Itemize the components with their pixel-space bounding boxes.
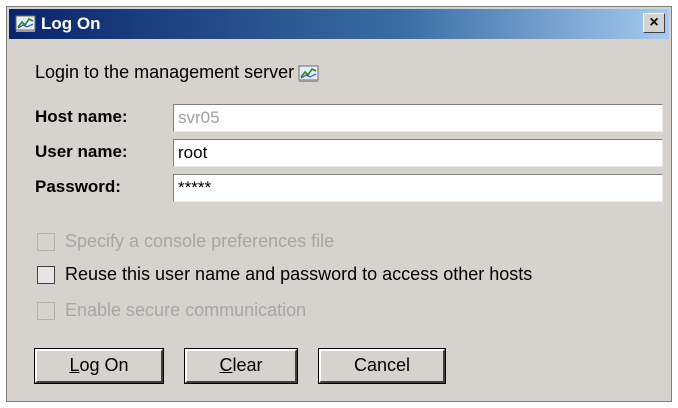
log-on-label: og On (79, 355, 129, 375)
secure-communication-option: Enable secure communication (37, 300, 306, 321)
password-label: Password: (35, 177, 121, 196)
console-prefs-label: Specify a console preferences file (65, 231, 335, 251)
cancel-button[interactable]: Cancel (318, 348, 446, 384)
console-prefs-option: Specify a console preferences file (37, 231, 334, 252)
intro-text: Login to the management server (35, 62, 295, 82)
dialog-title: Log On (41, 14, 101, 33)
user-name-label: User name: (35, 142, 128, 161)
host-name-field[interactable] (173, 104, 663, 132)
host-name-label: Host name: (35, 107, 128, 126)
user-name-field[interactable] (173, 139, 663, 167)
log-on-button[interactable]: Log On (34, 348, 164, 384)
reuse-credentials-checkbox[interactable] (37, 265, 55, 284)
cancel-label: Cancel (353, 355, 411, 375)
clear-label: lear (232, 355, 263, 375)
password-field[interactable] (173, 174, 663, 202)
log-on-mnemonic: L (69, 355, 80, 375)
title-bar[interactable]: Log On × (9, 9, 669, 39)
monitor-chart-icon (298, 65, 319, 82)
close-icon: × (649, 14, 659, 31)
intro-line: Login to the management server (35, 62, 320, 83)
reuse-credentials-label[interactable]: Reuse this user name and password to acc… (65, 264, 532, 285)
secure-communication-checkbox (37, 301, 55, 320)
monitor-chart-icon (15, 15, 36, 32)
console-prefs-checkbox (37, 232, 55, 251)
clear-button[interactable]: Clear (184, 348, 298, 384)
clear-mnemonic: C (219, 355, 233, 375)
log-on-dialog: Log On × Login to the management server … (6, 6, 672, 402)
close-button[interactable]: × (643, 13, 665, 33)
reuse-credentials-option[interactable]: Reuse this user name and password to acc… (37, 264, 532, 285)
secure-communication-label: Enable secure communication (65, 300, 307, 320)
